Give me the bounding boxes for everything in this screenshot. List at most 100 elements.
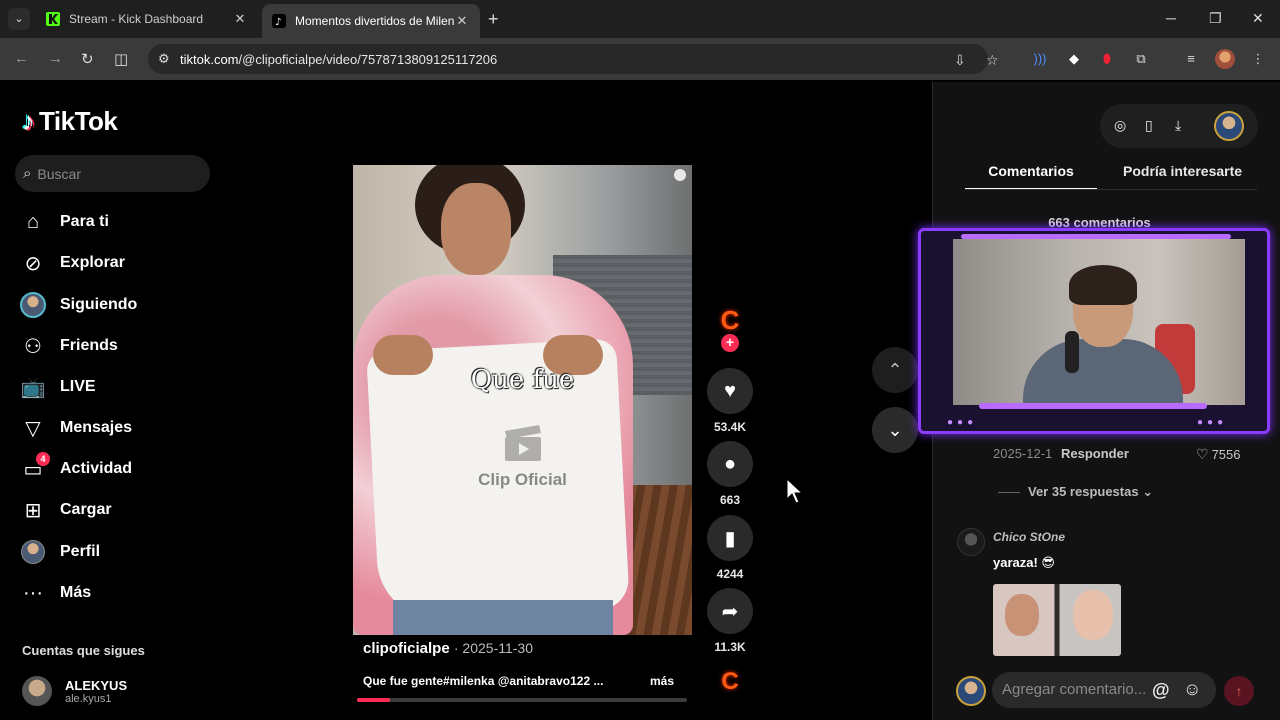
like-action[interactable]: ♥ 53.4K (707, 368, 753, 434)
view-replies-button[interactable]: Ver 35 respuestas ⌄ (998, 484, 1153, 500)
avatar (22, 676, 52, 706)
heart-outline-icon: ♡ (1196, 446, 1209, 462)
creator-avatar[interactable]: C (717, 305, 743, 335)
reply-button[interactable]: Responder (1061, 446, 1129, 461)
media-queue-icon[interactable]: ≡ (1181, 49, 1201, 69)
mouse-pointer-icon (786, 478, 804, 504)
nav-item-cargar[interactable]: ⊞ Cargar (20, 495, 112, 525)
coin-icon[interactable]: ◎ (1114, 117, 1126, 134)
tab-comentarios[interactable]: Comentarios (965, 163, 1097, 190)
share-arrow-icon[interactable]: ➦ (707, 588, 753, 634)
nav-item-perfil[interactable]: Perfil (20, 537, 100, 567)
heart-icon[interactable]: ♥ (707, 368, 753, 414)
next-video-button[interactable]: ⌄ (872, 407, 918, 453)
bookmark-star-icon[interactable]: ☆ (986, 52, 999, 69)
nav-item-friends[interactable]: ⚇ Friends (20, 331, 118, 361)
clapperboard-icon (505, 425, 541, 461)
reload-icon[interactable]: ↻ (81, 50, 94, 68)
comment-placeholder: Agregar comentario... (1002, 681, 1147, 698)
extension-shield-icon[interactable]: ⬮ (1097, 49, 1117, 69)
back-arrow-icon[interactable]: ← (14, 50, 29, 67)
device-icon[interactable]: ▯ (1145, 117, 1153, 134)
nav-item-para-ti[interactable]: ⌂ Para ti (20, 207, 109, 237)
download-icon[interactable]: ⤓ (1175, 117, 1181, 134)
video-progress-bar[interactable] (357, 698, 687, 702)
profile-avatar-icon (20, 539, 46, 565)
nav-item-siguiendo[interactable]: Siguiendo (20, 290, 137, 320)
nav-label: Siguiendo (60, 296, 138, 313)
nav-item-actividad[interactable]: ▭ 4 Actividad (20, 452, 132, 484)
site-info-icon[interactable]: ⚙ (158, 51, 170, 67)
mention-icon[interactable]: @ (1152, 680, 1170, 701)
browser-tab-bar: ⌄ Stream - Kick Dashboard ✕ ♪ Momentos d… (0, 0, 1280, 38)
comment-count: 663 (719, 493, 741, 507)
sound-disc-icon[interactable]: C (717, 667, 743, 697)
comment-image-face (1005, 594, 1039, 636)
comment-image-face (1073, 590, 1113, 640)
user-avatar (956, 676, 986, 706)
comment-action[interactable]: ● 663 (707, 441, 753, 507)
comment-date: 2025-12-1 (993, 446, 1053, 461)
comment-bubble-icon[interactable]: ● (707, 441, 753, 487)
tabs-divider (965, 189, 1257, 190)
live-tv-icon: 📺 (20, 376, 46, 399)
user-avatar[interactable] (1214, 111, 1244, 141)
following-section-title: Cuentas que sigues (22, 643, 145, 658)
share-action[interactable]: ➦ 11.3K (707, 588, 753, 654)
more-description-button[interactable]: más (650, 674, 674, 688)
video-person (441, 183, 511, 275)
browser-tab-kick[interactable]: Stream - Kick Dashboard ✕ (36, 4, 258, 34)
nav-item-live[interactable]: 📺 LIVE (20, 372, 96, 402)
install-app-icon[interactable]: ⇩ (954, 52, 966, 69)
maximize-window-icon[interactable]: ❐ (1209, 10, 1222, 27)
browser-toolbar: ← → ↻ ◫ ⚙ tiktok.com/@clipoficialpe/vide… (0, 38, 1280, 80)
save-action[interactable]: ▮ 4244 (707, 515, 753, 581)
profile-avatar-icon[interactable] (1215, 49, 1235, 69)
tab-podria-interesarte[interactable]: Podría interesarte (1123, 163, 1242, 179)
browser-menu-icon[interactable]: ⋮ (1248, 49, 1268, 69)
comment-author[interactable]: Chico StOne (993, 530, 1065, 544)
extension-diamond-icon[interactable]: ◆ (1064, 49, 1084, 69)
webcam-frame-accent (961, 234, 1231, 239)
search-input[interactable]: ⌕ Buscar (15, 155, 210, 192)
account-name: ALEKYUS (65, 677, 128, 693)
nav-label: Explorar (60, 254, 125, 271)
previous-video-button[interactable]: ⌃ (872, 347, 918, 393)
address-bar[interactable]: ⚙ tiktok.com/@clipoficialpe/video/757871… (148, 44, 999, 74)
browser-tab-tiktok[interactable]: ♪ Momentos divertidos de Milenka ✕ (262, 4, 480, 38)
bookmark-icon[interactable]: ▮ (707, 515, 753, 561)
close-tab-icon[interactable]: ✕ (454, 13, 470, 29)
avatar[interactable] (957, 528, 985, 556)
close-tab-icon[interactable]: ✕ (232, 11, 248, 27)
video-player[interactable]: Que fue Clip Oficial (353, 165, 692, 635)
followed-account[interactable]: ALEKYUS ale.kyus1 (22, 676, 127, 706)
follow-plus-button[interactable]: + (721, 334, 739, 352)
frame-dots-icon: ●●● (947, 417, 978, 428)
video-watermark: Clip Oficial (478, 470, 567, 489)
comment-like-button[interactable]: ♡ 7556 (1196, 446, 1240, 463)
tiktok-logo[interactable]: ♪ TikTok (22, 106, 118, 137)
frame-dots-icon: ●●● (1197, 417, 1228, 428)
send-message-icon: ▽ (25, 417, 41, 440)
video-date: · 2025-11-30 (453, 640, 534, 656)
nav-item-mensajes[interactable]: ▽ Mensajes (20, 413, 132, 443)
close-window-icon[interactable]: ✕ (1252, 10, 1264, 27)
comment-input[interactable]: Agregar comentario... @ ☺ (992, 672, 1216, 708)
comment-image[interactable] (993, 584, 1121, 656)
video-author-line[interactable]: clipoficialpe · 2025-11-30 (363, 640, 533, 657)
send-comment-button[interactable]: ↑ (1224, 676, 1254, 706)
tab-search-menu-button[interactable]: ⌄ (8, 8, 30, 30)
forward-arrow-icon[interactable]: → (48, 50, 63, 67)
extensions-puzzle-icon[interactable]: ⧉ (1131, 49, 1151, 69)
new-tab-icon[interactable]: + (488, 9, 499, 30)
upload-plus-icon: ⊞ (24, 499, 42, 522)
nav-item-mas[interactable]: ··· Más (20, 578, 91, 608)
minimize-window-icon[interactable]: ─ (1166, 10, 1176, 26)
split-view-icon[interactable]: ◫ (114, 50, 128, 68)
video-author[interactable]: clipoficialpe (363, 640, 450, 657)
webcam-person (1069, 265, 1137, 305)
extension-audio-icon[interactable]: ))) (1030, 49, 1050, 69)
emoji-icon[interactable]: ☺ (1183, 679, 1201, 700)
nav-item-explorar[interactable]: ⊘ Explorar (20, 248, 125, 278)
tiktok-favicon-icon: ♪ (272, 14, 286, 28)
